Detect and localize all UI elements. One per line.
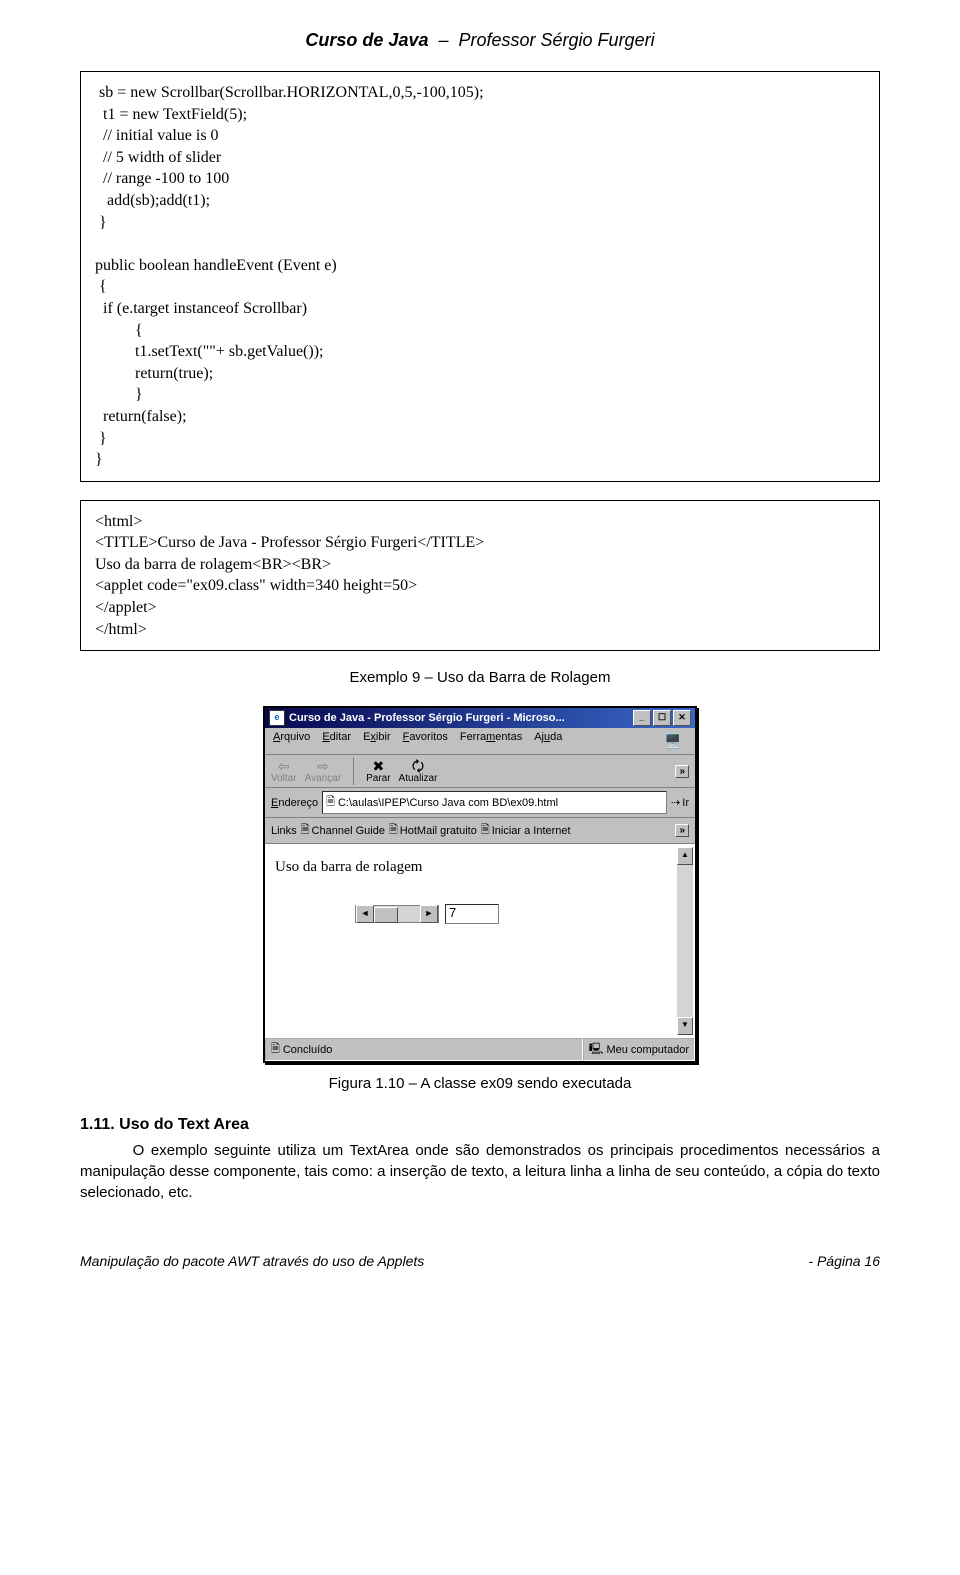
- menu-editar[interactable]: Editar: [322, 731, 351, 751]
- address-label: Endereço: [271, 797, 318, 809]
- link-channel-guide[interactable]: 🗎 Channel Guide: [301, 821, 385, 840]
- horizontal-scrollbar[interactable]: ◄ ►: [355, 905, 439, 923]
- link-icon: 🗎: [301, 821, 310, 840]
- ie-icon: e: [269, 710, 285, 726]
- code-block-html: <html> <TITLE>Curso de Java - Professor …: [80, 500, 880, 652]
- scroll-right-button[interactable]: ►: [420, 905, 438, 923]
- refresh-icon: 🗘: [412, 759, 425, 773]
- page-icon: 🗎: [326, 793, 335, 812]
- header-dash: –: [428, 30, 458, 50]
- stop-button[interactable]: ✖ Parar: [366, 759, 390, 784]
- links-overflow[interactable]: »: [675, 824, 689, 837]
- window-controls: _ ☐ ✕: [633, 710, 691, 726]
- stop-label: Parar: [366, 773, 390, 784]
- scrollbar-value-field[interactable]: 7: [445, 904, 499, 924]
- link-iniciar-internet[interactable]: 🗎 Iniciar a Internet: [481, 821, 571, 840]
- scroll-down-button[interactable]: ▼: [677, 1017, 693, 1035]
- titlebar: e Curso de Java - Professor Sérgio Furge…: [265, 708, 695, 728]
- go-button[interactable]: ⇢ Ir: [671, 796, 689, 809]
- scroll-track[interactable]: [374, 906, 420, 922]
- footer-left: Manipulação do pacote AWT através do uso…: [80, 1253, 424, 1269]
- toolbar: ⇦ Voltar ⇨ Avançar ✖ Parar 🗘 Atualizar »: [265, 755, 695, 788]
- scroll-thumb[interactable]: [374, 907, 398, 923]
- brand-logo-icon: 🖥️: [659, 731, 687, 751]
- page-content: Uso da barra de rolagem ◄ ► 7 ▲ ▼: [265, 844, 695, 1037]
- status-pane-zone: 🖳 Meu computador: [583, 1038, 695, 1061]
- refresh-button[interactable]: 🗘 Atualizar: [399, 759, 438, 784]
- links-bar: Links 🗎 Channel Guide 🗎 HotMail gratuito…: [265, 818, 695, 844]
- refresh-label: Atualizar: [399, 773, 438, 784]
- menu-arquivo[interactable]: AArquivorquivo: [273, 731, 310, 751]
- forward-icon: ⇨: [317, 759, 329, 773]
- vscroll-track[interactable]: [677, 865, 693, 1017]
- link1-label: Channel Guide: [312, 825, 385, 837]
- go-label: Ir: [682, 797, 689, 809]
- link3-label: Iniciar a Internet: [492, 825, 571, 837]
- link-icon: 🗎: [481, 821, 490, 840]
- minimize-button[interactable]: _: [633, 710, 651, 726]
- computer-icon: 🖳: [589, 1040, 604, 1059]
- applet-scrollbar-row: ◄ ► 7: [355, 904, 689, 924]
- toolbar-overflow[interactable]: »: [675, 765, 689, 778]
- vertical-scrollbar[interactable]: ▲ ▼: [677, 847, 693, 1035]
- back-icon: ⇦: [278, 759, 290, 773]
- forward-label: Avançar: [305, 773, 342, 784]
- forward-button[interactable]: ⇨ Avançar: [305, 759, 342, 784]
- statusbar: 🗎 Concluído 🖳 Meu computador: [265, 1037, 695, 1061]
- go-icon: ⇢: [671, 796, 680, 809]
- address-bar: Endereço 🗎 C:\aulas\IPEP\Curso Java com …: [265, 788, 695, 818]
- figure-caption: Figura 1.10 – A classe ex09 sendo execut…: [80, 1075, 880, 1092]
- window-title: Curso de Java - Professor Sérgio Furgeri…: [289, 712, 633, 724]
- menu-exibir[interactable]: Exibir: [363, 731, 391, 751]
- menu-ajuda[interactable]: Ajuda: [534, 731, 562, 751]
- menu-favoritos[interactable]: Favoritos: [403, 731, 448, 751]
- status-pane-main: 🗎 Concluído: [265, 1038, 583, 1061]
- header-prof: Professor Sérgio Furgeri: [459, 30, 655, 50]
- back-button[interactable]: ⇦ Voltar: [271, 759, 297, 784]
- close-button[interactable]: ✕: [673, 710, 691, 726]
- scroll-left-button[interactable]: ◄: [356, 905, 374, 923]
- code-block-java: sb = new Scrollbar(Scrollbar.HORIZONTAL,…: [80, 71, 880, 482]
- done-icon: 🗎: [271, 1040, 280, 1059]
- address-value: C:\aulas\IPEP\Curso Java com BD\ex09.htm…: [338, 797, 558, 809]
- maximize-button[interactable]: ☐: [653, 710, 671, 726]
- footer-right: - Página 16: [808, 1253, 880, 1269]
- links-label: Links: [271, 825, 297, 837]
- applet-heading: Uso da barra de rolagem: [275, 859, 689, 876]
- page-header: Curso de Java – Professor Sérgio Furgeri: [80, 30, 880, 51]
- toolbar-separator: [353, 757, 354, 785]
- link-hotmail[interactable]: 🗎 HotMail gratuito: [389, 821, 477, 840]
- stop-icon: ✖: [372, 759, 384, 773]
- back-label: Voltar: [271, 773, 297, 784]
- zone-text: Meu computador: [606, 1044, 689, 1056]
- address-input[interactable]: 🗎 C:\aulas\IPEP\Curso Java com BD\ex09.h…: [322, 791, 667, 814]
- section-title: 1.11. Uso do Text Area: [80, 1116, 880, 1134]
- link2-label: HotMail gratuito: [400, 825, 477, 837]
- status-text: Concluído: [283, 1044, 333, 1056]
- browser-screenshot: e Curso de Java - Professor Sérgio Furge…: [80, 706, 880, 1063]
- scroll-up-button[interactable]: ▲: [677, 847, 693, 865]
- menu-ferramentas[interactable]: Ferramentas: [460, 731, 522, 751]
- section-body: O exemplo seguinte utiliza um TextArea o…: [80, 1140, 880, 1203]
- browser-window: e Curso de Java - Professor Sérgio Furge…: [263, 706, 697, 1063]
- page: Curso de Java – Professor Sérgio Furgeri…: [0, 0, 960, 1299]
- example-caption: Exemplo 9 – Uso da Barra de Rolagem: [80, 669, 880, 686]
- page-footer: Manipulação do pacote AWT através do uso…: [80, 1253, 880, 1269]
- header-course: Curso de Java: [305, 30, 428, 50]
- link-icon: 🗎: [389, 821, 398, 840]
- menubar: AArquivorquivo Editar Exibir Favoritos F…: [265, 728, 695, 755]
